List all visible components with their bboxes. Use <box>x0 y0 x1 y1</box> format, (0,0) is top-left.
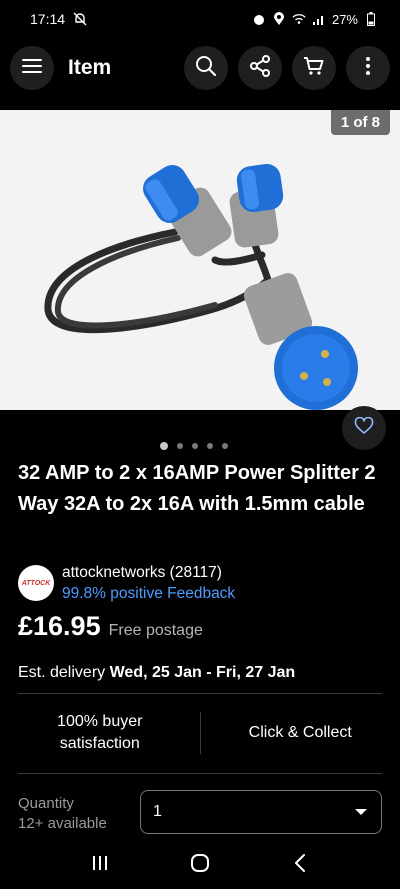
carousel-dot[interactable] <box>160 442 168 450</box>
more-options-button[interactable] <box>346 46 390 90</box>
carousel-dots <box>160 442 228 450</box>
delivery-label: Est. delivery <box>18 664 106 681</box>
seller-avatar[interactable]: ATTOCK <box>18 565 54 601</box>
seller-info[interactable]: ATTOCK attocknetworks (28117) 99.8% posi… <box>18 562 235 604</box>
system-navigation-bar <box>0 842 400 889</box>
status-time: 17:14 <box>30 11 66 27</box>
postage: Free postage <box>108 622 203 639</box>
satisfaction-line-1: 100% buyer <box>57 713 143 730</box>
quantity-available: 12+ available <box>18 815 107 832</box>
battery-icon <box>364 12 378 26</box>
price-row: £16.95 Free postage <box>18 611 203 642</box>
carousel-controls <box>0 406 400 450</box>
carousel-dot[interactable] <box>207 443 213 449</box>
divider <box>18 773 382 774</box>
battery-percent: 27% <box>331 11 358 27</box>
wifi-icon <box>292 12 306 26</box>
click-collect: Click & Collect <box>248 724 352 741</box>
back-button[interactable] <box>280 846 320 886</box>
seller-feedback-link[interactable]: 99.8% positive Feedback <box>62 583 235 604</box>
buyer-satisfaction: 100% buyer satisfaction <box>0 711 200 755</box>
delivery-dates: Wed, 25 Jan - Fri, 27 Jan <box>109 664 296 681</box>
product-image[interactable]: 1 of 8 <box>0 110 400 410</box>
carousel-dot[interactable] <box>222 443 228 449</box>
home-icon <box>190 853 210 878</box>
quantity-label: Quantity 12+ available <box>18 794 107 834</box>
product-photo <box>44 163 358 410</box>
estimated-delivery: Est. delivery Wed, 25 Jan - Fri, 27 Jan <box>18 664 295 682</box>
feature-highlights: 100% buyer satisfaction Click & Collect <box>0 694 400 772</box>
dropdown-arrow-icon <box>355 803 367 821</box>
page-title: Item <box>68 56 112 79</box>
notifications-off-icon <box>73 12 87 26</box>
seller-name[interactable]: attocknetworks (28117) <box>62 562 235 583</box>
quantity-value: 1 <box>153 803 162 820</box>
menu-button[interactable] <box>10 46 54 90</box>
image-counter: 1 of 8 <box>330 110 390 135</box>
carousel-dot[interactable] <box>177 443 183 449</box>
status-bar: 17:14 27% <box>0 0 400 38</box>
product-title: 32 AMP to 2 x 16AMP Power Splitter 2 Way… <box>18 462 376 515</box>
quantity-select[interactable]: 1 <box>140 790 382 834</box>
signal-icon <box>312 12 326 26</box>
location-icon <box>272 12 286 26</box>
back-icon <box>294 854 306 877</box>
cart-icon <box>303 55 325 82</box>
heart-icon <box>354 416 374 440</box>
search-button[interactable] <box>184 46 228 90</box>
share-icon <box>249 54 271 82</box>
carousel-dot[interactable] <box>192 443 198 449</box>
recents-icon <box>91 855 109 876</box>
seller-logo: ATTOCK <box>21 579 51 587</box>
hamburger-icon <box>22 58 42 79</box>
home-button[interactable] <box>180 846 220 886</box>
alarm-icon <box>252 12 266 26</box>
satisfaction-line-2: satisfaction <box>59 735 140 752</box>
quantity-title: Quantity <box>18 795 74 812</box>
cart-button[interactable] <box>292 46 336 90</box>
recent-apps-button[interactable] <box>80 846 120 886</box>
more-vertical-icon <box>365 56 371 81</box>
price: £16.95 <box>18 611 101 641</box>
app-bar: Item <box>0 40 400 96</box>
search-icon <box>195 55 217 82</box>
watch-button[interactable] <box>342 406 386 450</box>
share-button[interactable] <box>238 46 282 90</box>
